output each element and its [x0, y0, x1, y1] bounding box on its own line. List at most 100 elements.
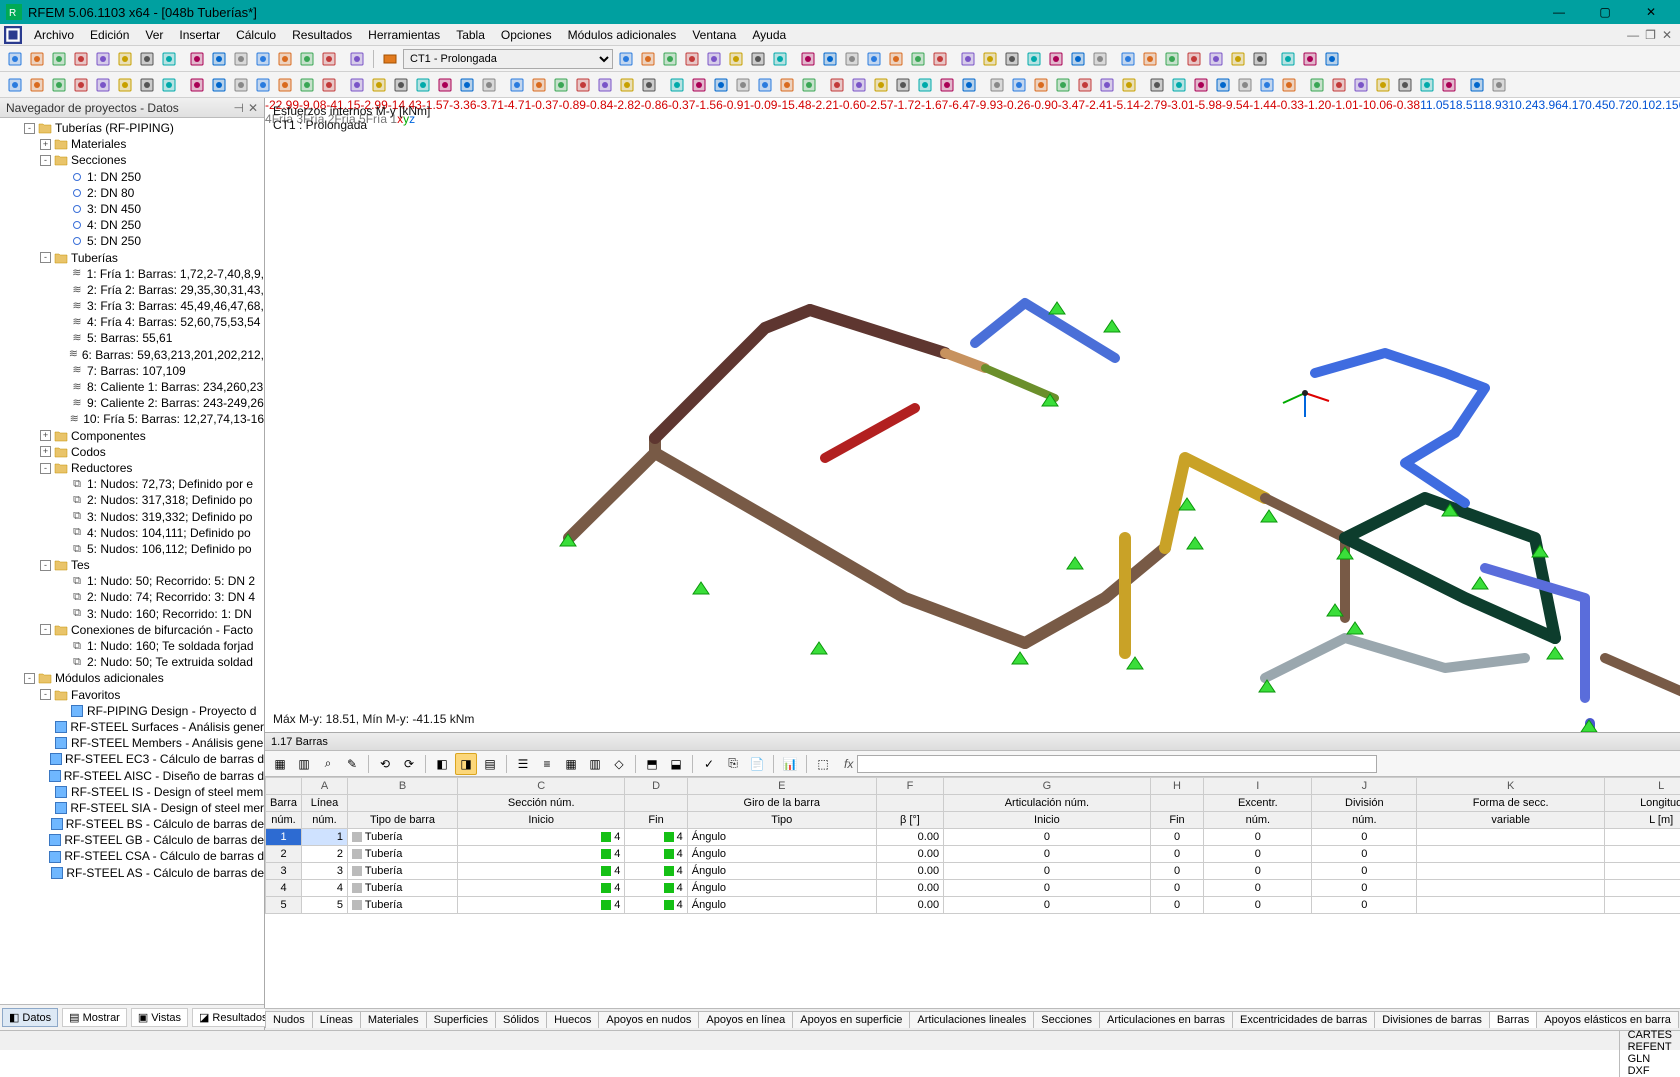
tree-item[interactable]: 5: DN 250: [4, 233, 264, 249]
toolbar1a-btn-6[interactable]: [114, 48, 136, 70]
table-tab-apoyos-en-superficie[interactable]: Apoyos en superficie: [792, 1011, 910, 1028]
toolbar2-btn-2[interactable]: [26, 74, 48, 96]
toolbar2-btn-12[interactable]: [252, 74, 274, 96]
model-viewport[interactable]: Esfuerzos internos M-y [kNm] CT1 : Prolo…: [265, 98, 1680, 733]
toolbar2-btn-47[interactable]: [1052, 74, 1074, 96]
toolbar2-btn-63[interactable]: [1416, 74, 1438, 96]
loadcase-combo[interactable]: CT1 - Prolongada: [403, 49, 613, 69]
toolbar2-btn-34[interactable]: [754, 74, 776, 96]
toolbar1b-btn-14[interactable]: [907, 48, 929, 70]
tree-toggle-icon[interactable]: +: [40, 446, 51, 457]
toolbar1b-btn-2[interactable]: [637, 48, 659, 70]
toolbar1b-btn-21[interactable]: [1067, 48, 1089, 70]
status-refent[interactable]: REFENT: [1619, 1041, 1680, 1053]
tree-toggle-icon[interactable]: -: [40, 560, 51, 571]
toolbar2-btn-53[interactable]: [1190, 74, 1212, 96]
status-dxf[interactable]: DXF: [1619, 1065, 1680, 1077]
tree-item[interactable]: ⧉1: Nudos: 72,73; Definido por e: [4, 476, 264, 492]
toolbar2-btn-6[interactable]: [114, 74, 136, 96]
toolbar2-btn-26[interactable]: [572, 74, 594, 96]
table-tab-apoyos-en-línea[interactable]: Apoyos en línea: [698, 1011, 793, 1028]
toolbar2-btn-42[interactable]: [936, 74, 958, 96]
toolbar2-btn-55[interactable]: [1234, 74, 1256, 96]
toolbar2-btn-31[interactable]: [688, 74, 710, 96]
table-tab-sólidos[interactable]: Sólidos: [495, 1011, 547, 1028]
toolbar1b-btn-9[interactable]: [797, 48, 819, 70]
menu-edición[interactable]: Edición: [82, 26, 137, 44]
tree-toggle-icon[interactable]: -: [40, 463, 51, 474]
table-tab-articulaciones-lineales[interactable]: Articulaciones lineales: [909, 1011, 1034, 1028]
table-row[interactable]: 22 Tubería 4 4Ángulo0.0000000.64358.3XY: [266, 846, 1680, 863]
toolbar2-btn-62[interactable]: [1394, 74, 1416, 96]
toolbar1a-btn-10[interactable]: [208, 48, 230, 70]
nav-tab-mostrar[interactable]: ▤Mostrar: [62, 1008, 127, 1027]
toolbar1b-btn-27[interactable]: [1205, 48, 1227, 70]
toolbar2-btn-40[interactable]: [892, 74, 914, 96]
table-tab-excentricidades-de-barras[interactable]: Excentricidades de barras: [1232, 1011, 1375, 1028]
toolbar2-btn-16[interactable]: [346, 74, 368, 96]
tree-item[interactable]: -Tes: [4, 557, 264, 573]
toolbar2-btn-44[interactable]: [986, 74, 1008, 96]
toolbar1b-btn-24[interactable]: [1139, 48, 1161, 70]
status-gln[interactable]: GLN: [1619, 1053, 1680, 1065]
toolbar2-btn-28[interactable]: [616, 74, 638, 96]
menu-herramientas[interactable]: Herramientas: [360, 26, 448, 44]
toolbar2-btn-46[interactable]: [1030, 74, 1052, 96]
toolbar2-btn-33[interactable]: [732, 74, 754, 96]
tree-item[interactable]: 1: DN 250: [4, 169, 264, 185]
tree-item[interactable]: RF-STEEL AISC - Diseño de barras d: [4, 768, 264, 784]
toolbar1a-btn-12[interactable]: [252, 48, 274, 70]
toolbar2-btn-56[interactable]: [1256, 74, 1278, 96]
toolbar2-btn-25[interactable]: [550, 74, 572, 96]
mdi-minimize[interactable]: —: [1627, 28, 1639, 42]
tree-item[interactable]: RF-STEEL AS - Cálculo de barras de: [4, 865, 264, 881]
table-toolbar-btn-15[interactable]: ▥: [584, 753, 606, 775]
toolbar2-btn-51[interactable]: [1146, 74, 1168, 96]
tree-toggle-icon[interactable]: -: [40, 624, 51, 635]
toolbar2-btn-14[interactable]: [296, 74, 318, 96]
menu-ayuda[interactable]: Ayuda: [744, 26, 794, 44]
toolbar1b-btn-22[interactable]: [1089, 48, 1111, 70]
status-cartes[interactable]: CARTES: [1619, 1029, 1680, 1041]
toolbar2-btn-64[interactable]: [1438, 74, 1460, 96]
tree-item[interactable]: ⧉3: Nudo: 160; Recorrido: 1: DN: [4, 606, 264, 622]
table-toolbar-btn-25[interactable]: 📊: [779, 753, 801, 775]
tree-item[interactable]: ⧉1: Nudo: 50; Recorrido: 5: DN 2: [4, 573, 264, 589]
toolbar1b-btn-29[interactable]: [1249, 48, 1271, 70]
table-row[interactable]: 55 Tubería 4 4Ángulo0.0000001.181107.0Y: [266, 897, 1680, 914]
mdi-restore[interactable]: ❐: [1645, 28, 1656, 42]
toolbar1b-btn-32[interactable]: [1321, 48, 1343, 70]
tree-item[interactable]: RF-STEEL CSA - Cálculo de barras d: [4, 848, 264, 864]
toolbar2-btn-29[interactable]: [638, 74, 660, 96]
table-tab-apoyos-en-nudos[interactable]: Apoyos en nudos: [598, 1011, 699, 1028]
toolbar2-btn-45[interactable]: [1008, 74, 1030, 96]
toolbar2-btn-36[interactable]: [798, 74, 820, 96]
toolbar1b-btn-28[interactable]: [1227, 48, 1249, 70]
toolbar2-btn-57[interactable]: [1278, 74, 1300, 96]
menu-cálculo[interactable]: Cálculo: [228, 26, 284, 44]
toolbar2-btn-4[interactable]: [70, 74, 92, 96]
tree-item[interactable]: RF-STEEL BS - Cálculo de barras de: [4, 816, 264, 832]
table-toolbar-btn-22[interactable]: ⎘: [722, 753, 744, 775]
tree-item[interactable]: RF-STEEL Members - Análisis gene: [4, 735, 264, 751]
tree-item[interactable]: +Materiales: [4, 136, 264, 152]
window-minimize[interactable]: —: [1536, 0, 1582, 24]
navigator-close-icon[interactable]: ✕: [248, 101, 258, 115]
nav-tab-vistas[interactable]: ▣Vistas: [131, 1008, 188, 1027]
toolbar2-btn-7[interactable]: [136, 74, 158, 96]
tree-item[interactable]: ≋9: Caliente 2: Barras: 243-249,26: [4, 395, 264, 411]
table-tab-superficies[interactable]: Superficies: [426, 1011, 496, 1028]
menu-archivo[interactable]: Archivo: [26, 26, 82, 44]
toolbar1b-btn-17[interactable]: [979, 48, 1001, 70]
table-tab-huecos[interactable]: Huecos: [546, 1011, 599, 1028]
toolbar2-btn-13[interactable]: [274, 74, 296, 96]
tree-item[interactable]: 2: DN 80: [4, 185, 264, 201]
table-toolbar-btn-5[interactable]: ⟲: [374, 753, 396, 775]
tree-item[interactable]: -Conexiones de bifurcación - Facto: [4, 622, 264, 638]
toolbar1b-btn-8[interactable]: [769, 48, 791, 70]
toolbar1b-btn-23[interactable]: [1117, 48, 1139, 70]
tree-item[interactable]: ⧉1: Nudo: 160; Te soldada forjad: [4, 638, 264, 654]
table-tab-nudos[interactable]: Nudos: [265, 1011, 313, 1028]
case-icon[interactable]: [379, 48, 401, 70]
table-toolbar-btn-12[interactable]: ☰: [512, 753, 534, 775]
